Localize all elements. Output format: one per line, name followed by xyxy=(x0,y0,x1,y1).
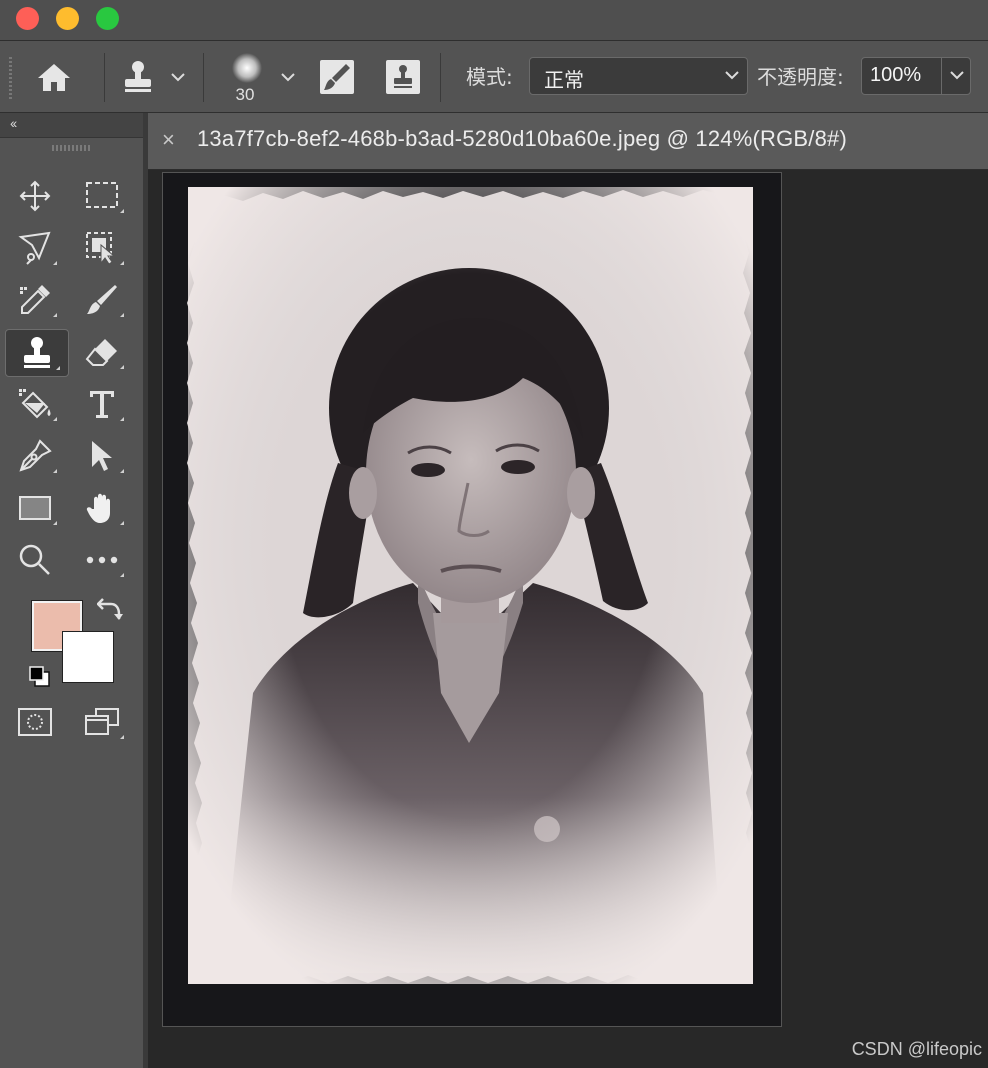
hand-tool[interactable] xyxy=(72,485,132,531)
default-colors-icon[interactable] xyxy=(28,665,52,689)
tool-group-indicator xyxy=(120,573,124,577)
tool-group-indicator xyxy=(120,365,124,369)
eraser-icon xyxy=(85,339,117,366)
old-portrait-photo xyxy=(187,187,753,984)
clone-stamp-tool[interactable] xyxy=(5,329,69,377)
mode-value: 正常 xyxy=(544,68,584,92)
lasso-tool[interactable] xyxy=(5,225,65,271)
background-color-swatch[interactable] xyxy=(62,631,114,683)
tool-group-indicator xyxy=(120,469,124,473)
quick-mask-icon xyxy=(18,708,52,736)
clone-stamp-icon xyxy=(125,61,151,92)
home-button[interactable] xyxy=(34,59,74,95)
close-window-button[interactable] xyxy=(16,7,39,30)
more-tools-button[interactable] xyxy=(72,537,132,583)
tool-group-indicator xyxy=(120,313,124,317)
separator xyxy=(203,53,204,102)
options-bar: 30 模式: 正常 不透明度: 100% xyxy=(0,41,988,113)
polygonal-lasso-icon xyxy=(18,231,51,265)
paint-bucket-tool[interactable] xyxy=(5,381,65,427)
quick-mask-button[interactable] xyxy=(5,699,65,745)
collapse-panel-button[interactable]: ‹‹ xyxy=(10,115,17,131)
options-bar-grip[interactable] xyxy=(9,57,12,99)
chevron-down-icon[interactable] xyxy=(950,71,964,80)
rectangular-marquee-icon xyxy=(86,182,118,208)
canvas-area[interactable]: CSDN @lifeopic xyxy=(148,170,988,1068)
tools-panel-header: ‹‹ xyxy=(0,113,143,138)
maximize-window-button[interactable] xyxy=(96,7,119,30)
opacity-value: 100% xyxy=(870,64,922,86)
soft-brush-icon xyxy=(232,53,262,83)
toggle-clone-source-button[interactable] xyxy=(384,58,422,96)
object-selection-tool[interactable] xyxy=(72,225,132,271)
tool-preset-picker[interactable] xyxy=(118,58,158,96)
tool-group-indicator xyxy=(53,313,57,317)
opacity-divider xyxy=(941,58,942,94)
zoom-icon xyxy=(19,544,50,575)
watermark: CSDN @lifeopic xyxy=(851,1039,982,1059)
title-bar xyxy=(0,0,988,41)
document-tab[interactable]: × 13a7f7cb-8ef2-468b-b3ad-5280d10ba60e.j… xyxy=(148,113,988,170)
separator xyxy=(440,53,441,102)
brush-preset-picker[interactable] xyxy=(226,49,268,87)
type-icon xyxy=(90,391,114,418)
ellipsis-icon xyxy=(86,556,118,564)
separator xyxy=(104,53,105,102)
direct-selection-arrow-icon xyxy=(92,441,112,471)
screen-mode-icon xyxy=(85,708,119,735)
tools-panel: ‹‹ xyxy=(0,113,143,1068)
hand-icon xyxy=(86,493,110,523)
chevron-down-icon xyxy=(725,71,739,80)
document-canvas[interactable] xyxy=(162,172,782,1027)
eyedropper-tool[interactable] xyxy=(5,277,65,323)
zoom-tool[interactable] xyxy=(5,537,65,583)
brush-tool[interactable] xyxy=(72,277,132,323)
tool-group-indicator xyxy=(120,261,124,265)
tool-group-indicator xyxy=(53,469,57,473)
eyedropper-icon xyxy=(20,285,50,314)
tool-group-indicator xyxy=(53,261,57,265)
move-tool[interactable] xyxy=(5,173,65,219)
tool-group-indicator xyxy=(53,521,57,525)
swap-colors-icon[interactable] xyxy=(97,597,123,621)
brush-settings-icon xyxy=(320,60,354,94)
tool-group-indicator xyxy=(120,417,124,421)
tool-group-indicator xyxy=(120,735,124,739)
opacity-label: 不透明度: xyxy=(757,65,844,89)
tool-group-indicator xyxy=(56,366,60,370)
mode-label: 模式: xyxy=(466,65,513,89)
rectangle-icon xyxy=(19,496,51,520)
document-title: 13a7f7cb-8ef2-468b-b3ad-5280d10ba60e.jpe… xyxy=(197,126,847,151)
tool-group-indicator xyxy=(53,417,57,421)
clone-stamp-icon xyxy=(24,337,50,368)
home-icon xyxy=(38,64,70,91)
brush-icon xyxy=(87,285,117,314)
type-tool[interactable] xyxy=(72,381,132,427)
pen-tool[interactable] xyxy=(5,433,65,479)
clone-source-icon xyxy=(386,60,420,94)
marquee-tool[interactable] xyxy=(72,173,132,219)
opacity-field[interactable]: 100% xyxy=(861,57,971,95)
rectangle-tool[interactable] xyxy=(5,485,65,531)
eraser-tool[interactable] xyxy=(72,329,132,375)
tools-panel-grip[interactable] xyxy=(52,145,90,151)
brush-size-label: 30 xyxy=(235,85,255,104)
close-tab-button[interactable]: × xyxy=(162,127,175,153)
tool-group-indicator xyxy=(120,521,124,525)
minimize-window-button[interactable] xyxy=(56,7,79,30)
toggle-brush-settings-button[interactable] xyxy=(318,58,356,96)
pen-icon xyxy=(19,439,52,472)
chevron-down-icon[interactable] xyxy=(171,73,185,82)
screen-mode-button[interactable] xyxy=(72,699,132,745)
move-icon xyxy=(19,180,51,212)
object-selection-icon xyxy=(86,232,116,265)
paint-bucket-icon xyxy=(19,389,51,419)
mode-dropdown[interactable]: 正常 xyxy=(529,57,748,95)
document-tab-bar: × 13a7f7cb-8ef2-468b-b3ad-5280d10ba60e.j… xyxy=(148,113,988,170)
chevron-down-icon[interactable] xyxy=(281,73,295,82)
tool-group-indicator xyxy=(120,209,124,213)
path-selection-tool[interactable] xyxy=(72,433,132,479)
